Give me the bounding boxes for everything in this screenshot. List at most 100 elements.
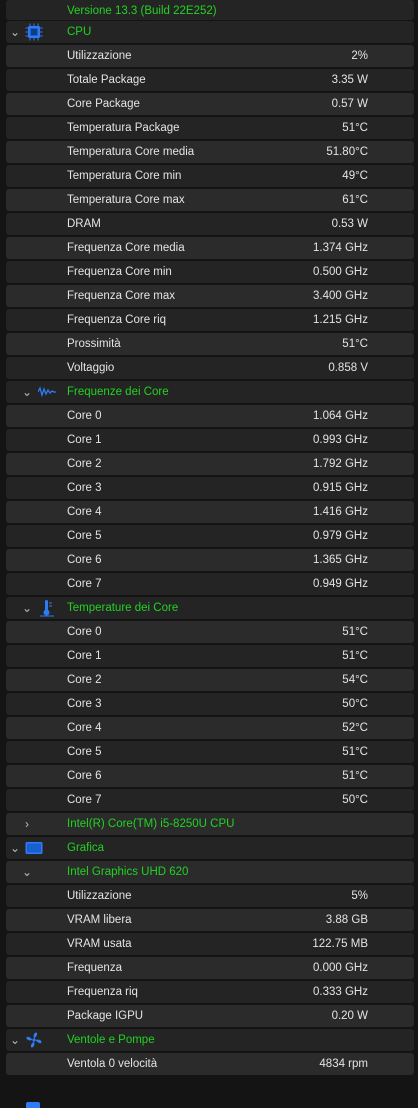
sensor-label: Core 5	[67, 530, 102, 542]
sensor-label: Core 0	[67, 410, 102, 422]
sensor-value: 2%	[351, 50, 368, 62]
sensor-row[interactable]: Core 3 50°C	[6, 693, 414, 715]
sensor-row[interactable]: Core 3 0.915 GHz	[6, 477, 414, 499]
cpu-model-row[interactable]: › Intel(R) Core(TM) i5-8250U CPU	[6, 813, 414, 835]
sensor-label: Temperatura Core media	[67, 146, 195, 158]
sensor-row[interactable]: Core 7 0.949 GHz	[6, 573, 414, 595]
sensor-row[interactable]: Core 4 52°C	[6, 717, 414, 739]
waveform-icon	[37, 383, 56, 401]
chevron-down-icon[interactable]: ⌄	[20, 385, 34, 399]
sensor-value: 1.374 GHz	[313, 242, 368, 254]
sensor-row[interactable]: Frequenza 0.000 GHz	[6, 957, 414, 979]
sensor-label: VRAM libera	[67, 914, 132, 926]
gpu-device-label: Intel Graphics UHD 620	[67, 866, 189, 878]
sensor-row[interactable]: Core 7 50°C	[6, 789, 414, 811]
sensor-value: 122.75 MB	[312, 938, 368, 950]
gpu-section-header[interactable]: ⌄ Grafica	[6, 837, 414, 859]
core-frequency-section-header[interactable]: ⌄ Frequenze dei Core	[6, 381, 414, 403]
sensor-label: Voltaggio	[67, 362, 115, 374]
sensor-row[interactable]: Core 6 51°C	[6, 765, 414, 787]
sensor-row[interactable]: Temperatura Package 51°C	[6, 117, 414, 139]
sensor-row[interactable]: Core 2 1.792 GHz	[6, 453, 414, 475]
sensor-row[interactable]: Utilizzazione 5%	[6, 885, 414, 907]
sensor-row[interactable]: VRAM usata 122.75 MB	[6, 933, 414, 955]
sensor-row[interactable]: Totale Package 3.35 W	[6, 69, 414, 91]
chevron-down-icon[interactable]: ⌄	[20, 601, 34, 615]
sensor-row[interactable]: Core 5 0.979 GHz	[6, 525, 414, 547]
sensor-value: 50°C	[342, 698, 368, 710]
sensor-row[interactable]: Package IGPU 0.20 W	[6, 1005, 414, 1027]
sensor-label: Core 5	[67, 746, 102, 758]
sensor-row[interactable]: Core 6 1.365 GHz	[6, 549, 414, 571]
sensor-value: 51°C	[342, 338, 368, 350]
sensor-value: 0.500 GHz	[313, 266, 368, 278]
sensor-row[interactable]: VRAM libera 3.88 GB	[6, 909, 414, 931]
sensor-value: 1.416 GHz	[313, 506, 368, 518]
sensor-row[interactable]: Core 4 1.416 GHz	[6, 501, 414, 523]
sensor-label: Utilizzazione	[67, 890, 132, 902]
sensor-row[interactable]: Temperatura Core media 51.80°C	[6, 141, 414, 163]
sensor-label: Frequenza Core media	[67, 242, 185, 254]
chevron-down-icon[interactable]: ⌄	[8, 841, 22, 855]
sensor-label: Core 6	[67, 554, 102, 566]
sensor-value: 51°C	[342, 122, 368, 134]
sensor-row[interactable]: Frequenza Core min 0.500 GHz	[6, 261, 414, 283]
sensor-row[interactable]: Utilizzazione 2%	[6, 45, 414, 67]
chevron-down-icon[interactable]: ⌄	[8, 25, 22, 39]
version-label: Versione 13.3 (Build 22E252)	[67, 5, 217, 17]
sensor-label: Core 3	[67, 698, 102, 710]
display-icon	[25, 839, 43, 857]
sensor-row[interactable]: Core 1 0.993 GHz	[6, 429, 414, 451]
sensor-window: Versione 13.3 (Build 22E252) ⌄ CPU Utili…	[0, 0, 418, 1108]
sensor-label: Frequenza riq	[67, 986, 138, 998]
sensor-label: Frequenza Core max	[67, 290, 176, 302]
chevron-down-icon[interactable]: ⌄	[8, 1033, 22, 1047]
sensor-value: 61°C	[342, 194, 368, 206]
sensor-value: 0.993 GHz	[313, 434, 368, 446]
sensor-label: Temperatura Core max	[67, 194, 185, 206]
sensor-value: 51°C	[342, 626, 368, 638]
sensor-row[interactable]: Core 5 51°C	[6, 741, 414, 763]
sensor-row[interactable]: Core 0 1.064 GHz	[6, 405, 414, 427]
sensor-value: 52°C	[342, 722, 368, 734]
sensor-value: 51.80°C	[326, 146, 368, 158]
fans-section-label: Ventole e Pompe	[67, 1034, 155, 1046]
sensor-row[interactable]: Temperatura Core min 49°C	[6, 165, 414, 187]
sensor-row[interactable]: Prossimità 51°C	[6, 333, 414, 355]
sensor-row[interactable]: Frequenza riq 0.333 GHz	[6, 981, 414, 1003]
sensor-row[interactable]: Frequenza Core riq 1.215 GHz	[6, 309, 414, 331]
cpu-model-label: Intel(R) Core(TM) i5-8250U CPU	[67, 818, 235, 830]
sensor-label: Utilizzazione	[67, 50, 132, 62]
sensor-row[interactable]: Core 1 51°C	[6, 645, 414, 667]
version-header: Versione 13.3 (Build 22E252)	[0, 0, 418, 21]
sensor-value: 4834 rpm	[319, 1058, 368, 1070]
fan-icon	[25, 1031, 43, 1049]
sensor-value: 0.915 GHz	[313, 482, 368, 494]
sensor-value: 51°C	[342, 746, 368, 758]
sensor-row[interactable]: Frequenza Core max 3.400 GHz	[6, 285, 414, 307]
chevron-down-icon[interactable]: ⌄	[20, 865, 34, 879]
sensor-value: 0.53 W	[331, 218, 368, 230]
sensor-row[interactable]: Frequenza Core media 1.374 GHz	[6, 237, 414, 259]
sensor-row[interactable]: Core 0 51°C	[6, 621, 414, 643]
sensor-label: Core 1	[67, 434, 102, 446]
sensor-label: Core 3	[67, 482, 102, 494]
sensor-label: DRAM	[67, 218, 101, 230]
sensor-row[interactable]: Temperatura Core max 61°C	[6, 189, 414, 211]
gpu-device-header[interactable]: ⌄ Intel Graphics UHD 620	[6, 861, 414, 883]
fans-section-header[interactable]: ⌄ Ventole e Pompe	[6, 1029, 414, 1051]
sensor-row[interactable]: Voltaggio 0.858 V	[6, 357, 414, 379]
gpu-section-label: Grafica	[67, 842, 105, 854]
sensor-row[interactable]: DRAM 0.53 W	[6, 213, 414, 235]
sensor-value: 0.57 W	[331, 98, 368, 110]
sensor-value: 3.88 GB	[325, 914, 368, 926]
core-temperature-section-header[interactable]: ⌄ Temperature dei Core	[6, 597, 414, 619]
sensor-value: 0.000 GHz	[313, 962, 368, 974]
next-section-icon	[26, 1102, 40, 1108]
sensor-row[interactable]: Core 2 54°C	[6, 669, 414, 691]
cpu-section-header[interactable]: ⌄ CPU	[6, 21, 414, 43]
sensor-value: 0.20 W	[331, 1010, 368, 1022]
chevron-right-icon[interactable]: ›	[20, 817, 34, 831]
sensor-row[interactable]: Core Package 0.57 W	[6, 93, 414, 115]
sensor-row[interactable]: Ventola 0 velocità 4834 rpm	[6, 1053, 414, 1075]
